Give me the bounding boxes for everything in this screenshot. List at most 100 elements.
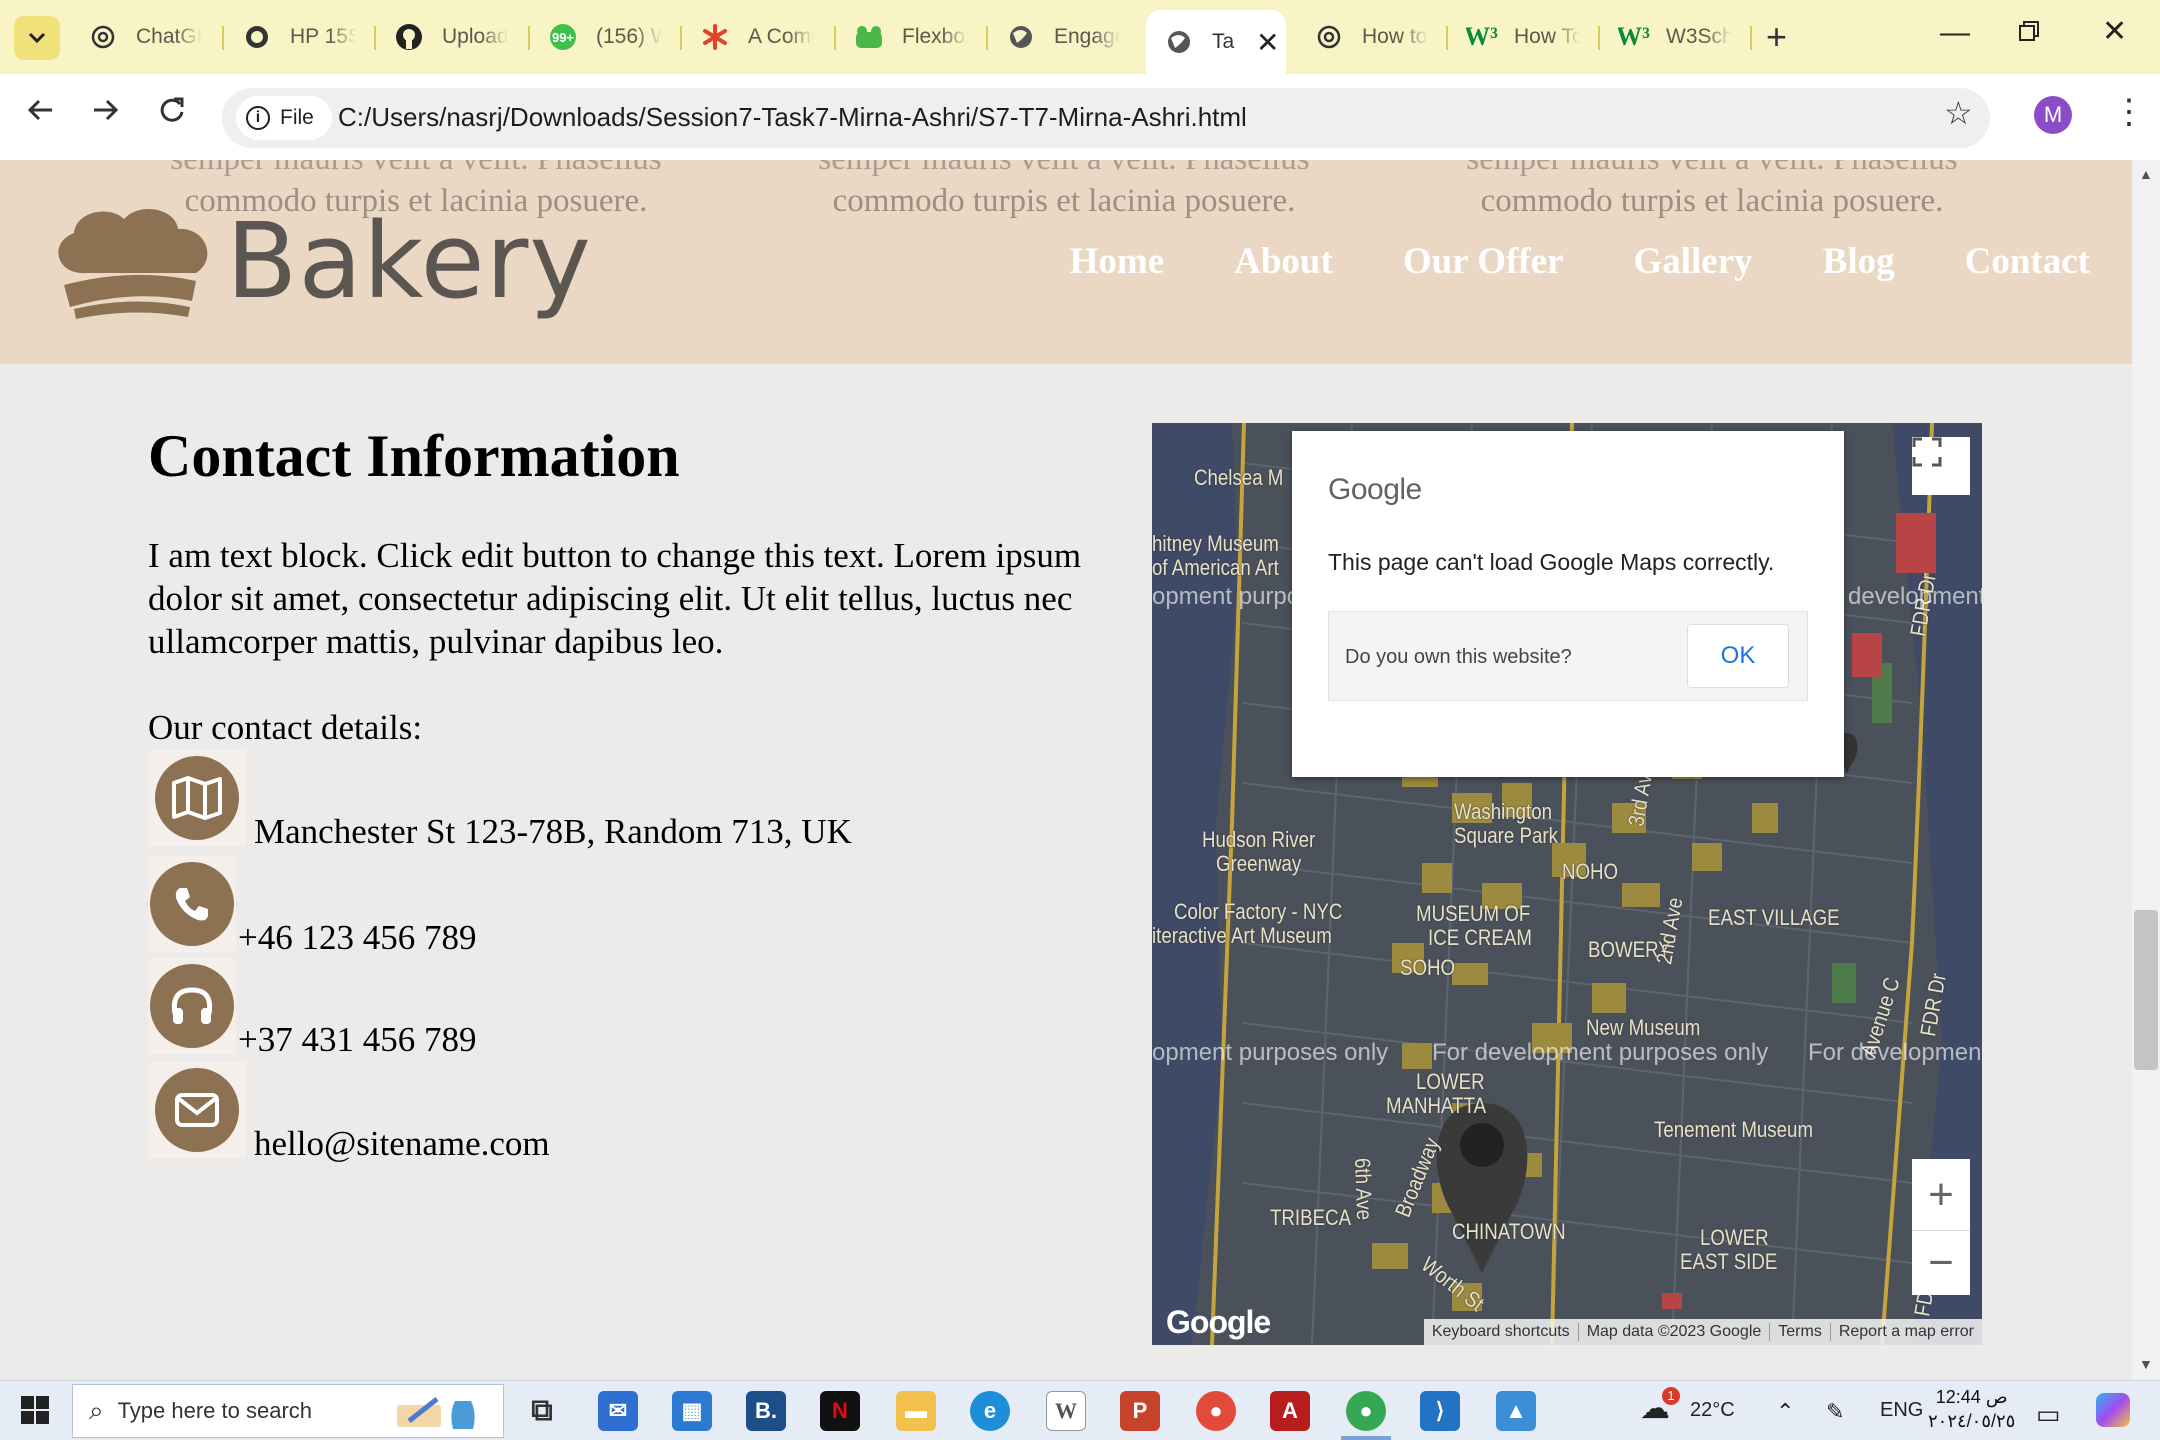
- scroll-down-icon[interactable]: ▼: [2139, 1356, 2153, 1372]
- new-tab-button[interactable]: +: [1766, 16, 1787, 58]
- forward-button[interactable]: [92, 94, 120, 133]
- tray-chevron-up-icon[interactable]: ⌃: [1776, 1399, 1794, 1425]
- site-info-chip[interactable]: i File: [236, 96, 332, 140]
- map-label-lower-east-2: EAST SIDE: [1680, 1249, 1778, 1274]
- contact-item-phone-2: +37 431 456 789: [148, 958, 477, 1059]
- tab-separator: [680, 26, 682, 50]
- dialog-message: This page can't load Google Maps correct…: [1328, 549, 1775, 575]
- tab-separator: [374, 26, 376, 50]
- netflix-app-icon[interactable]: N: [820, 1391, 860, 1431]
- reload-button[interactable]: [158, 94, 186, 133]
- nav-home[interactable]: Home: [1070, 240, 1165, 283]
- restore-button[interactable]: [2018, 16, 2040, 50]
- nav-contact[interactable]: Contact: [1965, 240, 2090, 283]
- chrome-icon[interactable]: ●: [1346, 1391, 1386, 1431]
- tab-label: Ta: [1212, 30, 1235, 53]
- tab-howto-w3[interactable]: W³ How To: [1466, 12, 1580, 62]
- dev-watermark: development: [1848, 583, 1982, 610]
- powerpoint-icon[interactable]: P: [1120, 1391, 1160, 1431]
- tab-github[interactable]: Upload: [394, 12, 508, 62]
- tab-hp[interactable]: HP 15S: [242, 12, 356, 62]
- vscode-icon[interactable]: ⟩: [1420, 1391, 1460, 1431]
- nav-gallery[interactable]: Gallery: [1633, 240, 1752, 283]
- map-fullscreen-button[interactable]: [1912, 437, 1970, 495]
- copilot-icon[interactable]: [2096, 1393, 2130, 1427]
- nav-our-offer[interactable]: Our Offer: [1403, 240, 1564, 283]
- contact-item-email: hello@sitename.com: [148, 1062, 550, 1163]
- back-button[interactable]: [26, 94, 54, 133]
- page-viewport: semper mauris velit a velit. Phasellus c…: [0, 160, 2132, 1380]
- embedded-map[interactable]: Chelsea M hitney Museum of American Art …: [1152, 423, 1982, 1345]
- map-data-text: Map data ©2023 Google: [1577, 1323, 1770, 1341]
- keyboard-shortcuts-link[interactable]: Keyboard shortcuts: [1424, 1323, 1578, 1341]
- address-text: Manchester St 123-78B, Random 713, UK: [254, 812, 852, 851]
- chrome-profile-icon[interactable]: ●: [1196, 1391, 1236, 1431]
- acrobat-icon[interactable]: A: [1270, 1391, 1310, 1431]
- intro-text: I am text block. Click edit button to ch…: [148, 536, 1082, 661]
- browser-menu-icon[interactable]: ⋮: [2112, 92, 2146, 132]
- background-text-top: semper mauris velit a velit. Phasellus: [784, 160, 1344, 180]
- terms-link[interactable]: Terms: [1769, 1323, 1830, 1341]
- tab-flexbox[interactable]: Flexbox: [854, 12, 968, 62]
- profile-avatar[interactable]: M: [2034, 96, 2072, 134]
- tab-chatgpt[interactable]: ChatGP: [88, 12, 202, 62]
- language-indicator[interactable]: ENG: [1880, 1399, 1923, 1422]
- file-explorer-icon[interactable]: ▬: [896, 1391, 936, 1431]
- booking-app-icon[interactable]: B.: [746, 1391, 786, 1431]
- browser-tab-strip: ChatGP HP 15S Upload 99+ (156) W A Comp …: [0, 0, 2160, 74]
- page-scrollbar[interactable]: ▲ ▼: [2132, 160, 2160, 1380]
- background-text-top: semper mauris velit a velit. Phasellus: [136, 160, 696, 180]
- dialog-ok-button[interactable]: OK: [1687, 624, 1789, 688]
- edge-browser-icon[interactable]: e: [970, 1391, 1010, 1431]
- map-zoom-in-button[interactable]: +: [1912, 1159, 1970, 1231]
- tab-w3schools[interactable]: W³ W3Sch: [1618, 12, 1732, 62]
- map-label-6th-ave: 6th Ave: [1350, 1157, 1378, 1221]
- start-button[interactable]: [20, 1395, 50, 1430]
- nav-blog[interactable]: Blog: [1823, 240, 1895, 283]
- tab-whatsapp[interactable]: 99+ (156) W: [548, 12, 662, 62]
- pen-icon[interactable]: ✎: [1826, 1399, 1844, 1425]
- tab-separator: [1598, 26, 1600, 50]
- close-window-button[interactable]: ✕: [2102, 14, 2127, 49]
- tab-howto-chatgpt[interactable]: How to: [1314, 12, 1428, 62]
- windows-taskbar: ⌕ Type here to search ⧉ ✉ ▦ B. N ▬ e W P…: [0, 1380, 2160, 1440]
- active-app-indicator: [1341, 1436, 1391, 1440]
- report-error-link[interactable]: Report a map error: [1829, 1323, 1982, 1341]
- task-view-icon[interactable]: ⧉: [522, 1391, 562, 1431]
- word-icon[interactable]: W: [1046, 1391, 1086, 1431]
- taskbar-clock[interactable]: 12:44 ص ٢٠٢٤/٠٥/٢٥: [1928, 1385, 2015, 1433]
- taskbar-search[interactable]: ⌕ Type here to search: [72, 1384, 504, 1438]
- search-highlight-icon: [397, 1397, 475, 1429]
- scroll-up-icon[interactable]: ▲: [2139, 166, 2153, 182]
- minimize-button[interactable]: —: [1940, 16, 1970, 50]
- tab-search-button[interactable]: [14, 16, 60, 60]
- store-app-icon[interactable]: ▦: [672, 1391, 712, 1431]
- close-tab-icon[interactable]: ✕: [1256, 26, 1279, 59]
- icon-box: [148, 750, 246, 846]
- photos-app-icon[interactable]: ▲: [1496, 1391, 1536, 1431]
- dev-watermark: opment purposes only: [1152, 1039, 1389, 1066]
- map-label-new-museum: New Museum: [1586, 1015, 1701, 1040]
- url-text[interactable]: C:/Users/nasrj/Downloads/Session7-Task7-…: [338, 102, 1247, 133]
- notification-icon[interactable]: ▭: [2036, 1399, 2061, 1430]
- dev-watermark: For development purposes only: [1432, 1039, 1769, 1066]
- scroll-thumb[interactable]: [2134, 910, 2158, 1070]
- tab-label: ChatGP: [136, 25, 202, 48]
- weather-temp[interactable]: 22°C: [1690, 1399, 1735, 1422]
- nav-about[interactable]: About: [1234, 240, 1333, 283]
- site-logo[interactable]: Bakery: [46, 200, 592, 322]
- map-zoom-out-button[interactable]: −: [1912, 1231, 1970, 1295]
- dialog-question[interactable]: Do you own this website?: [1345, 646, 1572, 669]
- chevron-down-icon: [28, 32, 46, 44]
- dialog-brand: Google: [1328, 473, 1422, 506]
- tab-engage[interactable]: Engage: [1006, 12, 1120, 62]
- search-placeholder: Type here to search: [117, 1398, 313, 1423]
- mail-app-icon[interactable]: ✉: [598, 1391, 638, 1431]
- tab-asterisk[interactable]: A Comp: [700, 12, 814, 62]
- tab-active-task[interactable]: Ta ✕: [1146, 10, 1286, 74]
- email-text: hello@sitename.com: [254, 1124, 550, 1163]
- map-label-noho: NOHO: [1562, 859, 1619, 884]
- address-bar[interactable]: i File C:/Users/nasrj/Downloads/Session7…: [222, 88, 1990, 148]
- clock-time: 12:44 ص: [1935, 1387, 2008, 1407]
- bookmark-star-icon[interactable]: ☆: [1944, 94, 1973, 132]
